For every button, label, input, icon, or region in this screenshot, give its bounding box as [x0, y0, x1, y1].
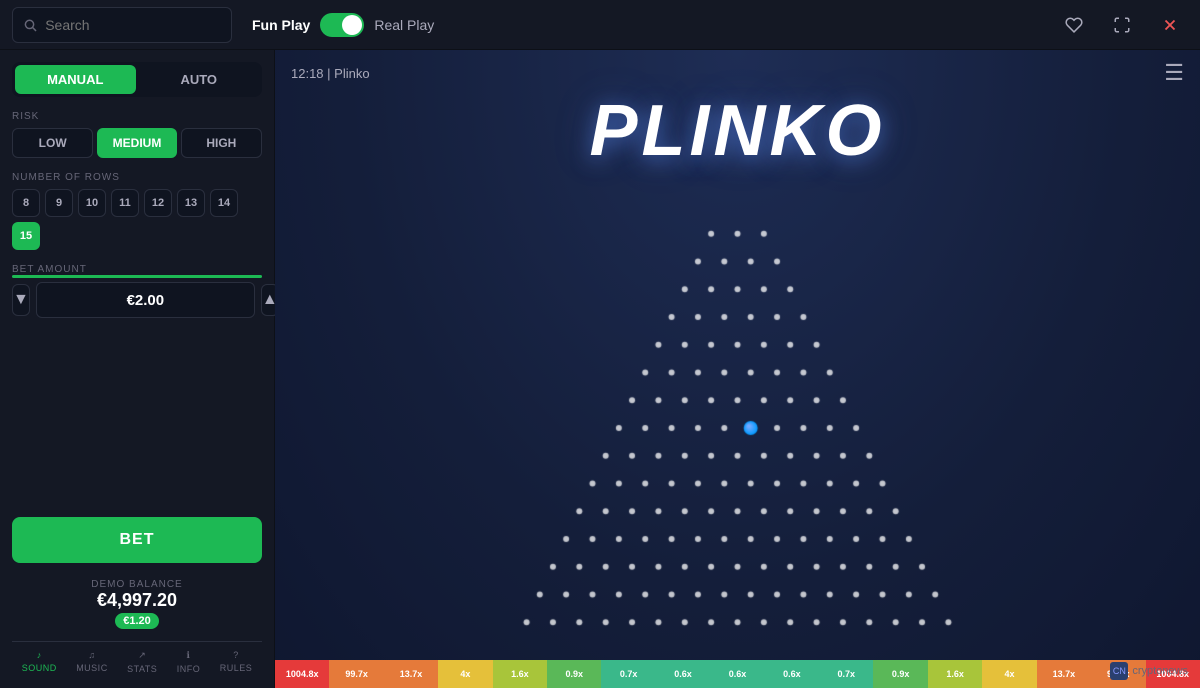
manual-tab[interactable]: Manual [15, 65, 136, 94]
mult-cell-5: 0.9x [547, 660, 601, 688]
mult-cell-6: 0.7x [601, 660, 655, 688]
mode-toggle-switch[interactable] [320, 13, 364, 37]
row-9[interactable]: 9 [45, 189, 73, 217]
row-10[interactable]: 10 [78, 189, 106, 217]
bet-amount-bar [12, 275, 262, 278]
bet-amount-label: BET AMOUNT [12, 264, 262, 275]
risk-low[interactable]: LOW [12, 128, 93, 158]
row-14[interactable]: 14 [210, 189, 238, 217]
cryptonews-watermark: CN cryptonews [1110, 662, 1188, 680]
rows-label: NUMBER OF ROWS [12, 172, 262, 183]
rules-label: RULES [220, 663, 253, 673]
risk-high[interactable]: HIGH [181, 128, 262, 158]
info-icon-item[interactable]: ℹ INFO [177, 650, 201, 674]
music-icon: ♫ [88, 650, 95, 660]
rows-section: NUMBER OF ROWS 8 9 10 11 12 13 14 15 [12, 168, 262, 250]
sound-icon: ♪ [37, 650, 42, 660]
sound-label: SOUND [22, 663, 57, 673]
sidebar-footer: ♪ SOUND ♫ MUSIC ↗ STATS ℹ INFO ? RULES [12, 641, 262, 676]
plinko-canvas [275, 96, 1200, 660]
bet-amount-section: BET AMOUNT ▼ ▲ [12, 260, 262, 318]
info-icon: ℹ [187, 650, 191, 661]
row-13[interactable]: 13 [177, 189, 205, 217]
music-icon-item[interactable]: ♫ MUSIC [76, 650, 108, 674]
rules-icon-item[interactable]: ? RULES [220, 650, 253, 674]
favorite-button[interactable] [1056, 7, 1092, 43]
row-11[interactable]: 11 [111, 189, 139, 217]
rows-grid: 8 9 10 11 12 13 14 15 [12, 189, 262, 250]
fun-play-label: Fun Play [252, 17, 310, 33]
mult-cell-10: 0.7x [819, 660, 873, 688]
risk-section: RISK LOW MEDIUM HIGH [12, 107, 262, 158]
game-time-title: 12:18 | Plinko [291, 66, 370, 81]
mult-cell-1: 99.7x [329, 660, 383, 688]
mult-cell-7: 0.6x [656, 660, 710, 688]
mult-cell-2: 13.7x [384, 660, 438, 688]
bet-button[interactable]: BET [12, 517, 262, 563]
demo-balance: DEMO BALANCE €4,997.20 €1.20 [12, 573, 262, 631]
demo-balance-amount: €4,997.20 [12, 590, 262, 611]
main-layout: Manual Auto RISK LOW MEDIUM HIGH NUMBER … [0, 50, 1200, 688]
row-15[interactable]: 15 [12, 222, 40, 250]
stats-icon: ↗ [138, 650, 146, 661]
auto-tab[interactable]: Auto [139, 65, 260, 94]
plinko-board [275, 96, 1200, 660]
mode-toggle: Fun Play Real Play [252, 13, 434, 37]
risk-medium[interactable]: MEDIUM [97, 128, 176, 158]
mult-cell-11: 0.9x [873, 660, 927, 688]
bet-input-row: ▼ ▲ [12, 282, 262, 318]
mode-tabs: Manual Auto [12, 62, 262, 97]
music-label: MUSIC [76, 663, 108, 673]
multiplier-bar: 1004.8x99.7x13.7x4x1.6x0.9x0.7x0.6x0.6x0… [275, 660, 1200, 688]
toggle-knob [342, 15, 362, 35]
search-box[interactable] [12, 7, 232, 43]
game-time: 12:18 [291, 66, 324, 81]
search-icon [23, 17, 37, 33]
mult-cell-9: 0.6x [765, 660, 819, 688]
bet-amount-input[interactable] [36, 282, 255, 318]
sound-icon-item[interactable]: ♪ SOUND [22, 650, 57, 674]
demo-chip: €1.20 [115, 613, 159, 629]
cn-logo: CN [1110, 662, 1128, 680]
bet-decrease-button[interactable]: ▼ [12, 284, 30, 316]
mult-cell-0: 1004.8x [275, 660, 329, 688]
row-12[interactable]: 12 [144, 189, 172, 217]
risk-options: LOW MEDIUM HIGH [12, 128, 262, 158]
header: Fun Play Real Play [0, 0, 1200, 50]
rules-icon: ? [233, 650, 239, 660]
sidebar-spacer [12, 328, 262, 507]
mult-cell-4: 1.6x [493, 660, 547, 688]
game-menu-icon[interactable]: ☰ [1164, 60, 1184, 86]
game-area: 12:18 | Plinko ☰ PLINKO 1004.8x99.7x13.7… [275, 50, 1200, 688]
mult-cell-8: 0.6x [710, 660, 764, 688]
demo-balance-label: DEMO BALANCE [12, 579, 262, 590]
header-icons [1056, 7, 1188, 43]
fullscreen-button[interactable] [1104, 7, 1140, 43]
mult-cell-14: 13.7x [1037, 660, 1091, 688]
mult-cell-13: 4x [982, 660, 1036, 688]
info-label: INFO [177, 664, 201, 674]
row-8[interactable]: 8 [12, 189, 40, 217]
close-button[interactable] [1152, 7, 1188, 43]
game-name: Plinko [334, 66, 369, 81]
real-play-label: Real Play [374, 17, 434, 33]
search-input[interactable] [45, 17, 221, 33]
mult-cell-3: 4x [438, 660, 492, 688]
stats-icon-item[interactable]: ↗ STATS [127, 650, 157, 674]
cn-text: cryptonews [1132, 665, 1188, 677]
sidebar: Manual Auto RISK LOW MEDIUM HIGH NUMBER … [0, 50, 275, 688]
risk-label: RISK [12, 111, 262, 122]
stats-label: STATS [127, 664, 157, 674]
mult-cell-12: 1.6x [928, 660, 982, 688]
